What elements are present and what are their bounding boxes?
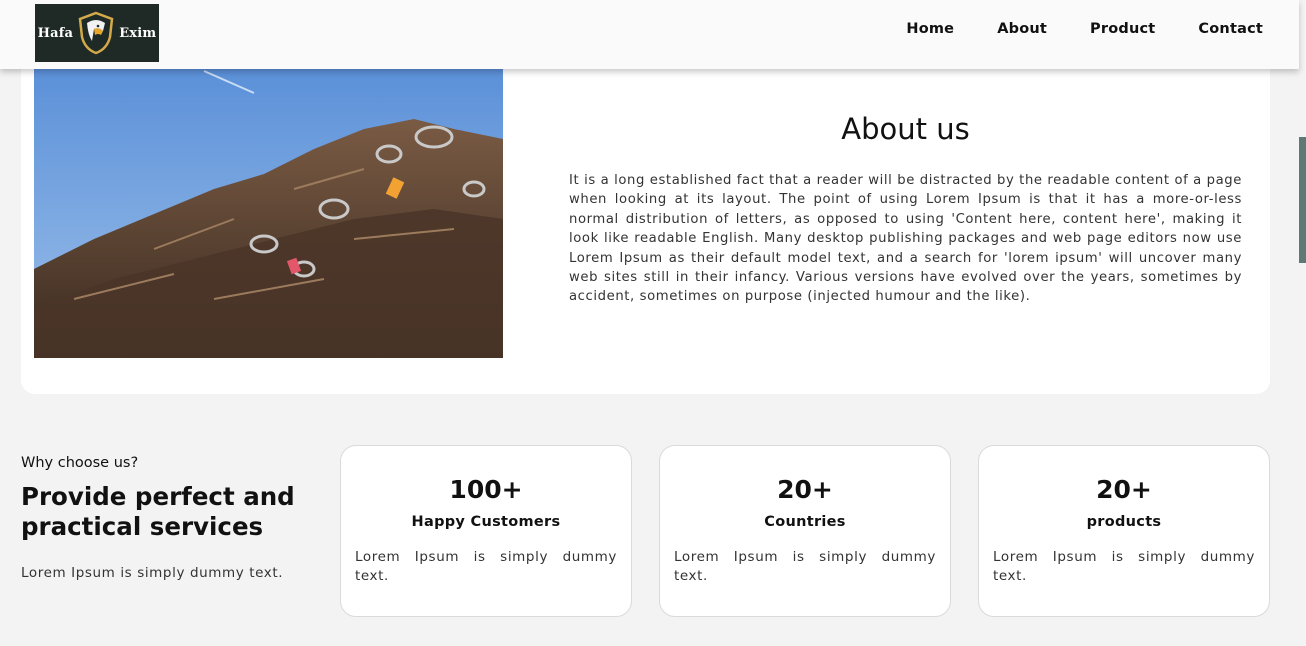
stat-description: Lorem Ipsum is simply dummy text. — [674, 549, 936, 584]
stat-card-countries: 20+ Countries Lorem Ipsum is simply dumm… — [659, 445, 951, 617]
stat-number: 20+ — [777, 475, 833, 504]
stat-label: Countries — [764, 514, 846, 530]
scrap-metal-image — [34, 69, 503, 358]
main-nav: Home About Product Contact — [906, 21, 1263, 37]
nav-contact[interactable]: Contact — [1198, 21, 1263, 37]
stat-number: 20+ — [1096, 475, 1152, 504]
side-accent-bar — [1299, 137, 1306, 263]
stat-description: Lorem Ipsum is simply dummy text. — [993, 549, 1255, 584]
stat-card-products: 20+ products Lorem Ipsum is simply dummy… — [978, 445, 1270, 617]
logo-text-right: Exim — [119, 25, 157, 41]
nav-product[interactable]: Product — [1090, 21, 1155, 37]
brand-logo[interactable]: Hafa Exim — [35, 4, 159, 62]
stat-label: products — [1086, 514, 1162, 530]
why-heading: Provide perfect and practical services — [21, 482, 295, 541]
why-choose-us-label: Why choose us? — [21, 455, 139, 471]
navbar: Hafa Exim Home About Product Contact — [0, 0, 1299, 69]
nav-home[interactable]: Home — [906, 21, 954, 37]
about-title: About us — [841, 112, 970, 146]
about-description: It is a long established fact that a rea… — [569, 173, 1242, 305]
why-description: Lorem Ipsum is simply dummy text. — [21, 565, 284, 581]
stat-card-customers: 100+ Happy Customers Lorem Ipsum is simp… — [340, 445, 632, 617]
stat-number: 100+ — [449, 475, 523, 504]
stat-label: Happy Customers — [411, 514, 561, 530]
nav-about[interactable]: About — [997, 21, 1047, 37]
stat-description: Lorem Ipsum is simply dummy text. — [355, 549, 617, 584]
logo-text-left: Hafa — [37, 25, 74, 41]
eagle-shield-icon — [78, 11, 114, 55]
